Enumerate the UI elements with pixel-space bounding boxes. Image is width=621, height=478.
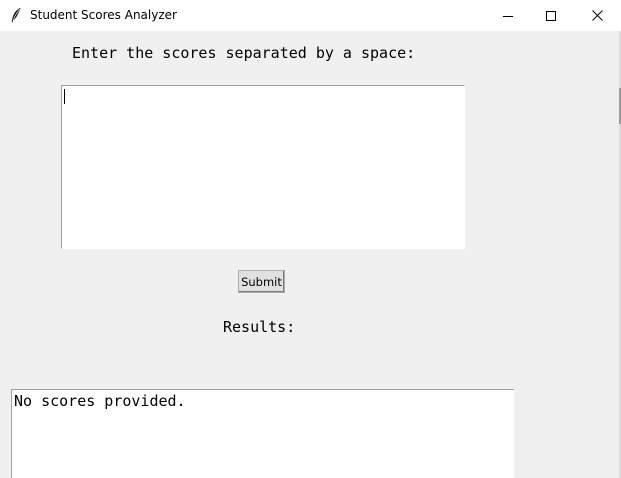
results-label: Results: [223, 318, 296, 336]
scores-prompt-label: Enter the scores separated by a space: [72, 44, 416, 62]
close-icon [591, 10, 603, 21]
submit-button[interactable]: Submit [238, 270, 285, 293]
title-bar[interactable]: Student Scores Analyzer [0, 0, 621, 31]
scores-input[interactable] [61, 85, 465, 249]
results-output[interactable]: No scores provided. [11, 389, 514, 478]
maximize-icon [546, 10, 556, 21]
window-title: Student Scores Analyzer [30, 8, 177, 22]
minimize-button[interactable] [485, 0, 531, 31]
close-button[interactable] [574, 0, 620, 31]
minimize-icon [503, 11, 513, 21]
feather-icon [10, 7, 22, 23]
text-caret [64, 89, 65, 104]
maximize-button[interactable] [528, 0, 574, 31]
app-window: Student Scores Analyzer Enter the scores… [0, 0, 621, 478]
results-text: No scores provided. [14, 392, 186, 410]
